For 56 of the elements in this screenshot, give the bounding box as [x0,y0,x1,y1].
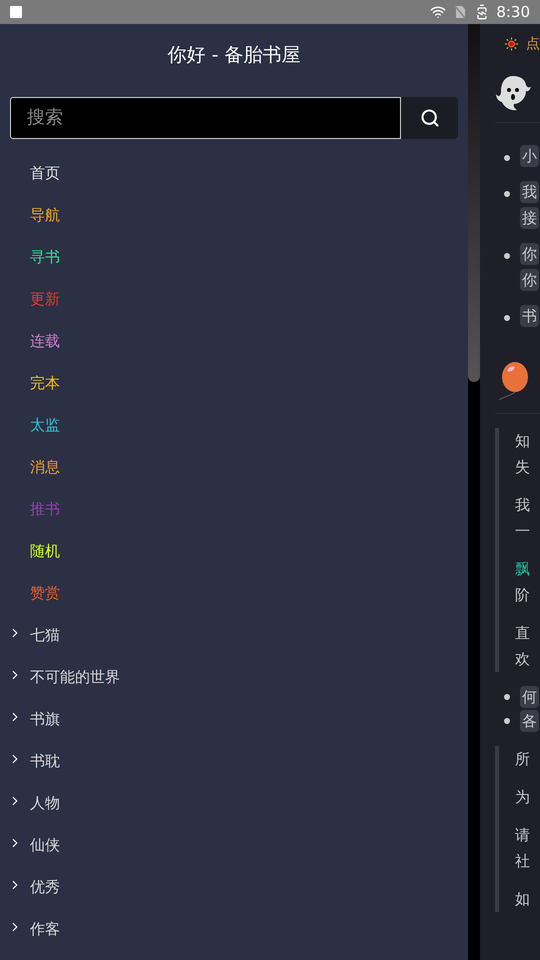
bullet-icon [504,191,510,197]
menu-item[interactable]: 连载 [0,320,468,362]
menu-item[interactable]: 寻书 [0,236,468,278]
paragraph: 飘 [515,559,531,580]
sun-icon [505,35,518,53]
bullet-icon [504,315,510,321]
clock: 8:30 [496,2,530,23]
ghost-icon [495,74,531,112]
tag: 我 [520,181,539,203]
paragraph: 请 [515,825,531,846]
no-sim-icon [454,5,466,19]
menu-group[interactable]: 仙侠 [0,824,468,866]
paragraph: 我 [515,495,531,516]
menu-item[interactable]: 赞赏 [0,572,468,614]
menu-item[interactable]: 太监 [0,404,468,446]
menu-group[interactable]: 七猫 [0,614,468,656]
paragraph: 直 [515,623,531,644]
search-button[interactable] [401,96,458,138]
tag: 接 [520,207,539,229]
menu-item[interactable]: 消息 [0,446,468,488]
search-field[interactable]: 搜索 [10,96,401,138]
paragraph: 欢 [515,649,531,670]
paragraph: 阶 [515,585,531,606]
bullet-icon [504,155,510,161]
menu-group[interactable]: 不可能的世界 [0,656,468,698]
paragraph: 知 [515,431,531,452]
bullet-icon [504,253,510,259]
paragraph: 失 [515,457,531,478]
scrollbar-thumb[interactable] [468,24,480,382]
menu-group[interactable]: 作客 [0,908,468,950]
menu-group[interactable]: 优秀 [0,866,468,908]
tag: 你 [520,269,539,291]
menu-group[interactable]: 人物 [0,782,468,824]
tag: 小 [520,145,539,167]
menu-group[interactable]: 书耽 [0,740,468,782]
notice-text: 点 [526,34,540,54]
menu-item[interactable]: 完本 [0,362,468,404]
menu-item[interactable]: 随机 [0,530,468,572]
paragraph: 所 [515,749,531,770]
tag: 各 [520,710,539,732]
paragraph: 社 [515,851,531,872]
menu-item[interactable]: 首页 [0,152,468,194]
menu-item[interactable]: 导航 [0,194,468,236]
menu-group[interactable]: 书旗 [0,698,468,740]
bullet-icon [504,694,510,700]
paragraph: 一 [515,521,531,542]
search-icon [420,108,440,128]
tag: 何 [520,686,539,708]
paragraph: 如 [515,889,531,910]
paragraph: 为 [515,787,531,808]
notification-icon [10,6,22,18]
tag: 书 [520,305,539,327]
tag: 你 [520,243,539,265]
drawer-title: 你好 - 备胎书屋 [166,43,302,68]
bullet-icon [504,718,510,724]
wifi-icon [430,4,446,20]
